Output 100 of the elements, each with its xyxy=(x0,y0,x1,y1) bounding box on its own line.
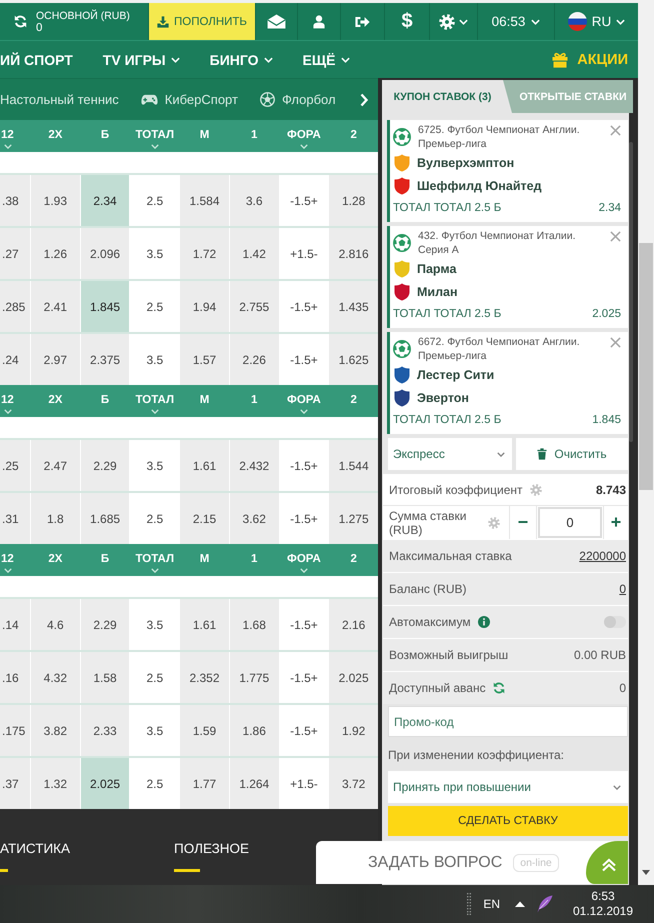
odds-cell[interactable]: 1.94 xyxy=(180,281,229,332)
sport-tab[interactable]: Настольный теннис xyxy=(0,92,119,107)
odds-cell[interactable]: 1.275 xyxy=(329,493,378,544)
close-icon[interactable] xyxy=(610,231,621,242)
column-header[interactable]: ТОТАЛ xyxy=(130,120,180,152)
odds-cell[interactable]: 1.544 xyxy=(329,440,378,491)
scrollbar-thumb[interactable] xyxy=(639,243,653,490)
bet-type-select[interactable]: Экспресс xyxy=(388,438,512,470)
nav-link[interactable]: ИЙ СПОРТ xyxy=(0,52,73,68)
odds-cell[interactable]: 1.61 xyxy=(180,599,229,650)
odds-cell[interactable]: 2.432 xyxy=(230,440,279,491)
promo-code-input[interactable]: Промо-код xyxy=(388,706,628,737)
odds-cell[interactable]: 1.584 xyxy=(180,175,229,226)
odds-cell[interactable]: 1.625 xyxy=(329,334,378,385)
column-header[interactable]: ФОРА xyxy=(280,385,328,417)
odds-cell[interactable]: 4.32 xyxy=(31,652,80,703)
nav-link[interactable]: ЕЩЁ xyxy=(302,52,350,68)
odds-cell[interactable]: 1.42 xyxy=(230,228,279,279)
keyboard-language[interactable]: EN xyxy=(483,897,500,911)
taskbar-clock[interactable]: 6:53 01.12.2019 xyxy=(570,889,636,919)
odds-cell[interactable]: .24 xyxy=(0,334,30,385)
odds-cell[interactable]: 1.775 xyxy=(230,652,279,703)
odds-cell[interactable]: 1.72 xyxy=(180,228,229,279)
odds-cell[interactable]: 3.62 xyxy=(230,493,279,544)
odds-cell[interactable]: 2.34 xyxy=(80,175,130,226)
odds-cell[interactable]: 3.82 xyxy=(31,705,80,756)
caret-down-icon[interactable] xyxy=(642,870,650,875)
nav-link[interactable]: TV ИГРЫ xyxy=(102,52,180,68)
odds-cell[interactable]: 1.685 xyxy=(80,493,130,544)
odds-cell[interactable]: 1.26 xyxy=(31,228,80,279)
odds-cell[interactable]: .38 xyxy=(0,175,30,226)
odds-cell[interactable]: 1.77 xyxy=(180,758,229,809)
refresh-icon[interactable] xyxy=(14,15,27,28)
odds-cell[interactable]: 2.41 xyxy=(31,281,80,332)
odds-cell[interactable]: 2.352 xyxy=(180,652,229,703)
value-link[interactable]: 0 xyxy=(619,582,626,596)
column-header[interactable]: ФОРА xyxy=(280,544,328,576)
odds-cell[interactable]: 4.6 xyxy=(31,599,80,650)
odds-cell[interactable]: 2.26 xyxy=(230,334,279,385)
column-header[interactable]: 12 xyxy=(0,385,30,417)
odds-cell[interactable]: 2.29 xyxy=(80,599,130,650)
odds-cell[interactable]: 3.6 xyxy=(230,175,279,226)
decrease-button[interactable]: − xyxy=(510,506,536,539)
stake-input[interactable]: 0 xyxy=(538,507,602,538)
odds-cell[interactable]: 2.16 xyxy=(329,599,378,650)
odds-cell[interactable]: 2.29 xyxy=(80,440,130,491)
odds-cell[interactable]: 2.47 xyxy=(31,440,80,491)
sport-tab[interactable]: Флорбол xyxy=(260,92,336,107)
clear-button[interactable]: Очистить xyxy=(516,438,628,470)
language-dropdown[interactable]: RU xyxy=(555,3,638,40)
odds-cell[interactable]: 1.58 xyxy=(80,652,130,703)
odds-cell[interactable]: 1.92 xyxy=(329,705,378,756)
column-header[interactable]: ТОТАЛ xyxy=(130,544,180,576)
footer-link[interactable]: АТИСТИКА xyxy=(0,841,70,857)
odds-cell[interactable]: .27 xyxy=(0,228,30,279)
odds-cell[interactable]: 1.61 xyxy=(180,440,229,491)
odds-cell[interactable]: 1.93 xyxy=(31,175,80,226)
odds-cell[interactable]: 1.32 xyxy=(31,758,80,809)
odds-cell[interactable]: 2.025 xyxy=(329,652,378,703)
odds-cell[interactable]: 1.435 xyxy=(329,281,378,332)
odds-change-select[interactable]: Принять при повышении xyxy=(388,771,628,803)
odds-cell[interactable]: 2.816 xyxy=(329,228,378,279)
scrollbar-thumb[interactable] xyxy=(629,142,633,442)
column-header[interactable]: ТОТАЛ xyxy=(130,385,180,417)
close-icon[interactable] xyxy=(610,337,621,348)
odds-cell[interactable]: 1.68 xyxy=(230,599,279,650)
expand-chat-button[interactable] xyxy=(586,841,628,884)
odds-cell[interactable]: 1.86 xyxy=(230,705,279,756)
odds-cell[interactable]: .25 xyxy=(0,440,30,491)
odds-cell[interactable]: .31 xyxy=(0,493,30,544)
footer-link[interactable]: ПОЛЕЗНОЕ xyxy=(174,841,250,857)
column-header[interactable]: 12 xyxy=(0,544,30,576)
column-header[interactable]: ФОРА xyxy=(280,120,328,152)
odds-cell[interactable]: .175 xyxy=(0,705,30,756)
odds-cell[interactable]: 1.59 xyxy=(180,705,229,756)
odds-cell[interactable]: 3.72 xyxy=(329,758,378,809)
toggle-switch[interactable] xyxy=(604,616,626,628)
odds-cell[interactable]: .16 xyxy=(0,652,30,703)
refresh-icon[interactable] xyxy=(492,682,505,694)
odds-cell[interactable]: 1.845 xyxy=(80,281,130,332)
odds-cell[interactable]: 1.8 xyxy=(31,493,80,544)
place-bet-button[interactable]: СДЕЛАТЬ СТАВКУ xyxy=(388,806,628,836)
odds-cell[interactable]: 2.33 xyxy=(80,705,130,756)
nav-link[interactable]: БИНГО xyxy=(210,52,273,68)
odds-cell[interactable]: 1.28 xyxy=(329,175,378,226)
info-icon[interactable] xyxy=(478,616,490,628)
ask-question-link[interactable]: ЗАДАТЬ ВОПРОС xyxy=(368,854,502,872)
value-link[interactable]: 2200000 xyxy=(579,549,626,563)
odds-cell[interactable]: .285 xyxy=(0,281,30,332)
caret-up-icon[interactable] xyxy=(515,901,525,907)
deposit-button[interactable]: ПОПОЛНИТЬ xyxy=(149,3,256,40)
odds-cell[interactable]: 2.97 xyxy=(31,334,80,385)
column-header[interactable]: 12 xyxy=(0,120,30,152)
chevron-right-icon[interactable] xyxy=(360,92,368,106)
odds-cell[interactable]: 2.096 xyxy=(80,228,130,279)
sport-tab[interactable]: КиберСпорт xyxy=(140,92,238,107)
close-icon[interactable] xyxy=(610,125,621,136)
odds-cell[interactable]: 1.57 xyxy=(180,334,229,385)
increase-button[interactable]: + xyxy=(604,506,628,539)
odds-cell[interactable]: 2.375 xyxy=(80,334,130,385)
